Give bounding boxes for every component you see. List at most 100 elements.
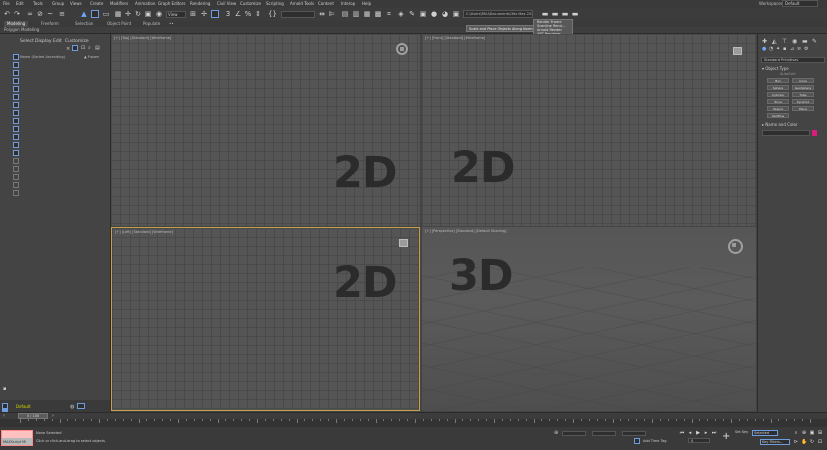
shapes-icon[interactable]: ◔ [769,46,773,52]
reference-coordinate-dropdown[interactable]: View [166,11,186,18]
play-icon[interactable]: ▶ [695,430,701,436]
zoom-extents-icon[interactable]: ▣ [809,430,815,436]
pin-icon[interactable]: ▪ [3,386,6,392]
bind-space-warp-icon[interactable]: ~ [46,10,54,18]
z-coordinate-field[interactable] [622,431,646,436]
spinner-snap-icon[interactable]: ⇕ [254,10,262,18]
scale-icon[interactable]: ▣ [144,10,152,18]
create-panel-icon[interactable]: ✚ [762,38,767,45]
autogrid-checkbox[interactable]: AutoGrid [780,72,795,76]
toggle-project-icon[interactable]: ▬ [561,10,569,18]
display-invert-icon[interactable] [13,166,19,172]
frozen-column-header[interactable]: ▲ Frozen [84,55,99,59]
viewport-top[interactable]: [+] [Top] [Standard] [Wireframe] 2D [111,34,420,226]
hierarchy-panel-icon[interactable]: ⊤ [782,38,787,45]
window-crossing-icon[interactable]: ▦ [114,10,122,18]
time-tag-icon[interactable] [634,438,640,444]
next-key-icon[interactable]: ▸ [703,430,709,436]
viewcube-icon[interactable] [396,43,408,55]
category-dropdown[interactable]: Standard Primitives [761,57,825,63]
geometry-icon[interactable]: ● [762,46,766,52]
rect-selection-icon[interactable]: ▭ [102,10,110,18]
unlink-icon[interactable]: ⊘ [36,10,44,18]
display-groups-icon[interactable] [13,102,19,108]
menu-civil-view[interactable]: Civil View [217,1,236,6]
auto-key-dropdown[interactable]: Selected [752,430,778,436]
viewport-label[interactable]: [+] [Left] [Standard] [Wireframe] [115,230,173,234]
menu-edit[interactable]: Edit [16,1,24,6]
torus-button[interactable]: Torus [767,99,789,104]
zoom-icon[interactable]: ⌕ [793,430,799,436]
project-settings-icon[interactable]: ▬ [571,10,579,18]
zoom-all-icon[interactable]: ⊕ [801,430,807,436]
explorer-menu-icon[interactable]: ▤ [95,45,100,51]
go-to-start-icon[interactable]: ⏮ [679,430,685,436]
schematic-view-icon[interactable]: ⌗ [385,10,393,18]
current-layer-label[interactable]: Default [16,404,31,409]
previous-key-icon[interactable]: ◂ [687,430,693,436]
go-to-end-icon[interactable]: ⏭ [711,430,717,436]
display-children-icon[interactable] [13,174,19,180]
menu-arnold-tools[interactable]: Arnold Tools [290,1,314,6]
tube-button[interactable]: Tube [792,92,814,97]
select-by-name-icon[interactable] [91,10,99,18]
menu-scripting[interactable]: Scripting [266,1,284,6]
material-editor-icon[interactable]: ◈ [397,10,405,18]
key-mode-toggle-icon[interactable]: + [722,431,730,442]
menu-help[interactable]: Help [362,1,371,6]
filter-icon[interactable] [72,45,78,51]
maxscript-input[interactable] [2,431,32,438]
pivot-center-icon[interactable]: ⊞ [189,10,197,18]
selection-filter-icon[interactable]: ≡ [58,10,66,18]
viewport-label[interactable]: [+] [Front] [Standard] [Wireframe] [425,36,485,40]
curve-editor-icon[interactable]: ▩ [374,10,382,18]
angle-snap-icon[interactable]: ∠ [234,10,242,18]
open-project-icon[interactable]: ▬ [551,10,559,18]
key-filters-button[interactable]: Key Filters... [760,439,790,445]
rotate-icon[interactable]: ↻ [134,10,142,18]
viewport-left[interactable]: [+] [Left] [Standard] [Wireframe] 2D [111,227,420,411]
scene-explorer-toggle-icon[interactable]: ▤ [341,10,349,18]
menu-modifiers[interactable]: Modifiers [110,1,128,6]
motion-panel-icon[interactable]: ◉ [792,38,797,45]
keyboard-shortcut-icon[interactable] [211,10,219,18]
cone-button[interactable]: Cone [792,78,814,83]
toggle-ribbon-icon[interactable]: ▦ [363,10,371,18]
mirror-icon[interactable]: ⇹ [318,10,326,18]
utilities-panel-icon[interactable]: ✎ [812,38,817,45]
display-shapes-icon[interactable] [13,62,19,68]
teapot-button[interactable]: Teapot [767,106,789,111]
display-dependents-icon[interactable] [13,190,19,196]
lock-icon[interactable]: ⊡ [81,45,85,51]
menu-views[interactable]: Views [70,1,82,6]
layer-settings-icon[interactable]: ◍ [70,404,74,410]
menu-group[interactable]: Group [52,1,64,6]
layer-explorer-toggle-icon[interactable] [77,403,85,409]
display-lights-icon[interactable] [13,70,19,76]
cylinder-button[interactable]: Cylinder [767,92,789,97]
pyramid-button[interactable]: Pyramid [792,99,814,104]
display-bones-icon[interactable] [13,118,19,124]
field-of-view-icon[interactable]: ⊳ [793,439,799,445]
viewcube-icon[interactable] [728,239,743,254]
menu-rendering[interactable]: Rendering [190,1,210,6]
percent-snap-icon[interactable]: % [244,10,252,18]
named-selection-field[interactable] [281,11,315,18]
sphere-button[interactable]: Sphere [767,85,789,90]
cameras-icon[interactable]: ▪ [783,46,786,52]
close-icon[interactable]: × [66,46,70,52]
menu-customize[interactable]: Customize [240,1,261,6]
menu-graph-editors[interactable]: Graph Editors [158,1,185,6]
select-object-icon[interactable]: ▲ [80,10,88,18]
undo-icon[interactable]: ↶ [3,10,11,18]
orbit-icon[interactable]: ↻ [809,439,815,445]
maxscript-listener[interactable]: MAXScript Mi [1,430,33,446]
display-all-icon[interactable] [13,150,19,156]
polygon-modeling-label[interactable]: Polygon Modeling [4,27,39,32]
menu-interop[interactable]: Interop [341,1,355,6]
display-xrefs-icon[interactable] [13,110,19,116]
modify-panel-icon[interactable]: ◭ [772,38,777,45]
display-cameras-icon[interactable] [13,78,19,84]
align-icon[interactable]: ⊫ [328,10,336,18]
display-none-icon[interactable] [13,158,19,164]
